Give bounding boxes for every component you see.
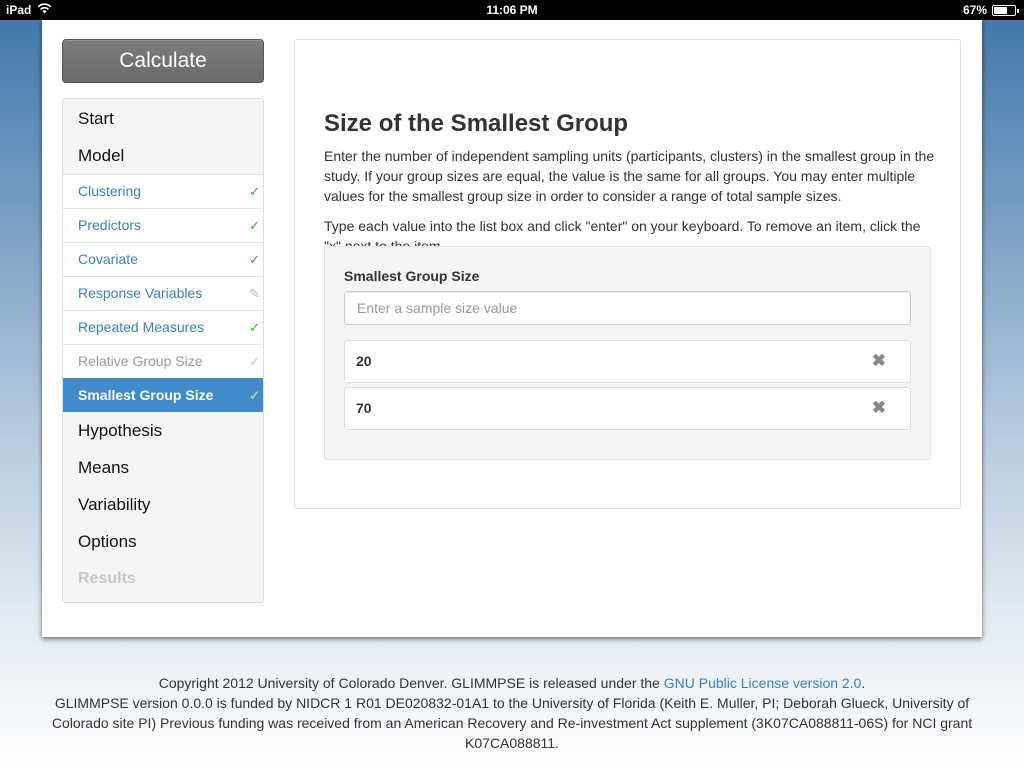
sidebar-item-label: Covariate bbox=[78, 251, 138, 267]
copyright-line: Copyright 2012 University of Colorado De… bbox=[40, 673, 984, 693]
sample-size-input[interactable] bbox=[344, 291, 911, 325]
sidebar-item-label: Model bbox=[78, 146, 125, 165]
sidebar-item-options[interactable]: Options bbox=[63, 523, 263, 560]
check-icon: ✓ bbox=[249, 354, 260, 369]
check-icon: ✓ bbox=[249, 320, 260, 335]
sidebar-item-means[interactable]: Means bbox=[63, 449, 263, 486]
sidebar-item-clustering[interactable]: Clustering ✓ bbox=[63, 174, 263, 208]
license-link[interactable]: GNU Public License version 2.0 bbox=[664, 675, 862, 691]
sidebar-item-covariate[interactable]: Covariate ✓ bbox=[63, 242, 263, 276]
sample-size-value: 70 bbox=[356, 400, 372, 416]
sidebar-item-label: Predictors bbox=[78, 217, 142, 233]
sidebar-item-variability[interactable]: Variability bbox=[63, 486, 263, 523]
sidebar-item-label: Relative Group Size bbox=[78, 353, 203, 369]
sidebar-item-results: Results bbox=[63, 560, 263, 597]
copyright-period: . bbox=[861, 675, 866, 691]
field-label: Smallest Group Size bbox=[344, 268, 480, 284]
sidebar-item-label: Hypothesis bbox=[78, 421, 163, 440]
sample-size-value: 20 bbox=[356, 353, 372, 369]
remove-icon[interactable]: ✖ bbox=[872, 388, 886, 428]
sidebar-item-label: Smallest Group Size bbox=[78, 387, 214, 403]
remove-icon[interactable]: ✖ bbox=[872, 341, 886, 381]
sidebar-item-label: Means bbox=[78, 458, 130, 477]
ios-status-bar: iPad 11:06 PM 67% bbox=[0, 0, 1024, 20]
footer: Copyright 2012 University of Colorado De… bbox=[40, 673, 984, 753]
app-container: Calculate Start Model Clustering ✓ Predictor… bbox=[42, 20, 982, 637]
sidebar-item-repeated-measures[interactable]: Repeated Measures ✓ bbox=[63, 310, 263, 344]
list-item: 20 ✖ bbox=[344, 340, 911, 383]
sidebar-item-label: Repeated Measures bbox=[78, 319, 205, 335]
sidebar-item-label: Options bbox=[78, 532, 137, 551]
funding-text: GLIMMPSE version 0.0.0 is funded by NIDC… bbox=[51, 695, 973, 751]
clock: 11:06 PM bbox=[486, 3, 538, 17]
sidebar-item-label: Clustering bbox=[78, 183, 142, 199]
sidebar-item-model[interactable]: Model bbox=[63, 137, 263, 174]
battery-icon bbox=[992, 4, 1019, 16]
check-icon: ✓ bbox=[249, 218, 260, 233]
smallest-group-size-well: Smallest Group Size 20 ✖ 70 ✖ bbox=[324, 246, 931, 460]
check-icon: ✓ bbox=[249, 252, 260, 267]
list-item: 70 ✖ bbox=[344, 387, 911, 430]
page-title: Size of the Smallest Group bbox=[324, 110, 629, 137]
check-icon: ✓ bbox=[249, 184, 260, 199]
sidebar-item-label: Response Variables bbox=[78, 285, 203, 301]
content-panel: Size of the Smallest Group Enter the num… bbox=[294, 39, 961, 509]
check-icon: ✓ bbox=[249, 388, 260, 403]
sidebar-item-relative-group-size[interactable]: Relative Group Size ✓ bbox=[63, 344, 263, 378]
sidebar-nav: Start Model Clustering ✓ Predictors ✓ Covariat… bbox=[62, 98, 264, 603]
sidebar-item-label: Variability bbox=[78, 495, 151, 514]
sidebar-item-label: Results bbox=[78, 570, 136, 587]
battery-fill bbox=[994, 6, 1008, 14]
pencil-icon: ✎ bbox=[249, 286, 260, 301]
sidebar-item-predictors[interactable]: Predictors ✓ bbox=[63, 208, 263, 242]
sidebar-item-smallest-group-size[interactable]: Smallest Group Size ✓ bbox=[63, 378, 263, 412]
status-right: 67% bbox=[962, 3, 1019, 17]
calculate-button[interactable]: Calculate bbox=[62, 39, 264, 83]
battery-percent: 67% bbox=[962, 3, 987, 17]
sidebar-item-label: Start bbox=[78, 109, 114, 128]
description-paragraph: Enter the number of independent sampling… bbox=[324, 148, 935, 204]
sidebar-item-response-variables[interactable]: Response Variables ✎ bbox=[63, 276, 263, 310]
sidebar-item-hypothesis[interactable]: Hypothesis bbox=[63, 412, 263, 449]
sidebar-item-start[interactable]: Start bbox=[63, 99, 263, 137]
copyright-text: Copyright 2012 University of Colorado De… bbox=[158, 675, 664, 691]
